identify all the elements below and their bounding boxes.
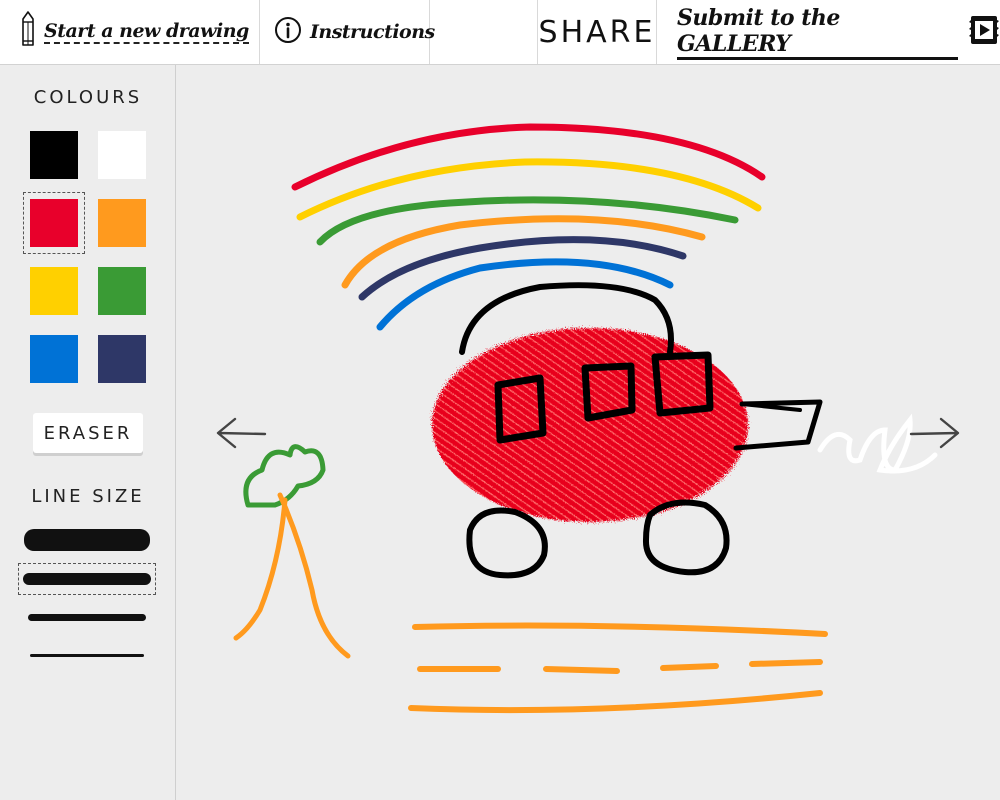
start-new-drawing-button[interactable]: Start a new drawing [0, 0, 260, 64]
share-label: SHARE [538, 14, 656, 50]
colour-swatch-yellow[interactable] [30, 267, 78, 315]
line-size-sample [28, 613, 146, 621]
line-size-extra-thick[interactable] [18, 524, 156, 556]
arrow-right-icon[interactable] [907, 413, 963, 453]
header-spacer [430, 0, 538, 64]
pencil-icon [20, 10, 36, 54]
stroke-tree-leaves [243, 444, 326, 508]
colour-swatch-black[interactable] [30, 131, 78, 179]
colour-swatch-green[interactable] [98, 267, 146, 315]
colour-swatch-navy[interactable] [98, 335, 146, 383]
drawing-canvas[interactable] [177, 65, 1000, 800]
stroke-road-bottom [408, 690, 823, 714]
line-size-sample [23, 573, 151, 585]
colour-swatch-white[interactable] [98, 131, 146, 179]
stroke-wheel-right [642, 499, 730, 576]
stroke-road-dash-3 [660, 663, 719, 671]
line-size-title: LINE SIZE [31, 486, 145, 507]
info-icon [274, 16, 302, 48]
play-icon [958, 14, 1000, 50]
top-bar: Start a new drawing Instructions SHARE S… [0, 0, 1000, 65]
line-size-thin[interactable] [18, 639, 156, 671]
line-size-medium[interactable] [18, 601, 156, 633]
instructions-button[interactable]: Instructions [260, 0, 435, 64]
instructions-label: Instructions [310, 21, 435, 43]
line-size-sample [24, 529, 150, 551]
arrow-left-icon[interactable] [213, 413, 269, 453]
stroke-tree-trunk-left [233, 497, 288, 641]
stroke-tree-trunk-right [277, 492, 351, 659]
colour-swatch-blue[interactable] [30, 335, 78, 383]
eraser-button[interactable]: ERASER [33, 413, 143, 453]
tools-sidebar: COLOURS ERASER LINE SIZE [0, 65, 176, 800]
stroke-rainbow-blue [376, 258, 674, 331]
line-size-sample [30, 653, 144, 657]
drawing-layer[interactable] [177, 65, 1000, 800]
colour-swatch-orange[interactable] [98, 199, 146, 247]
stroke-road-top [412, 622, 828, 637]
share-button[interactable]: SHARE [538, 0, 657, 64]
start-new-drawing-label: Start a new drawing [44, 20, 249, 44]
submit-to-gallery-label: Submit to the GALLERY [677, 5, 958, 60]
stroke-wheel-left [466, 507, 548, 579]
colour-swatch-red[interactable] [23, 192, 85, 254]
stroke-road-dash-2 [543, 666, 620, 674]
line-size-thick[interactable] [18, 563, 156, 595]
stroke-road-dash-4 [749, 659, 823, 667]
colours-title: COLOURS [33, 87, 143, 108]
submit-to-gallery-button[interactable]: Submit to the GALLERY [657, 0, 1000, 64]
